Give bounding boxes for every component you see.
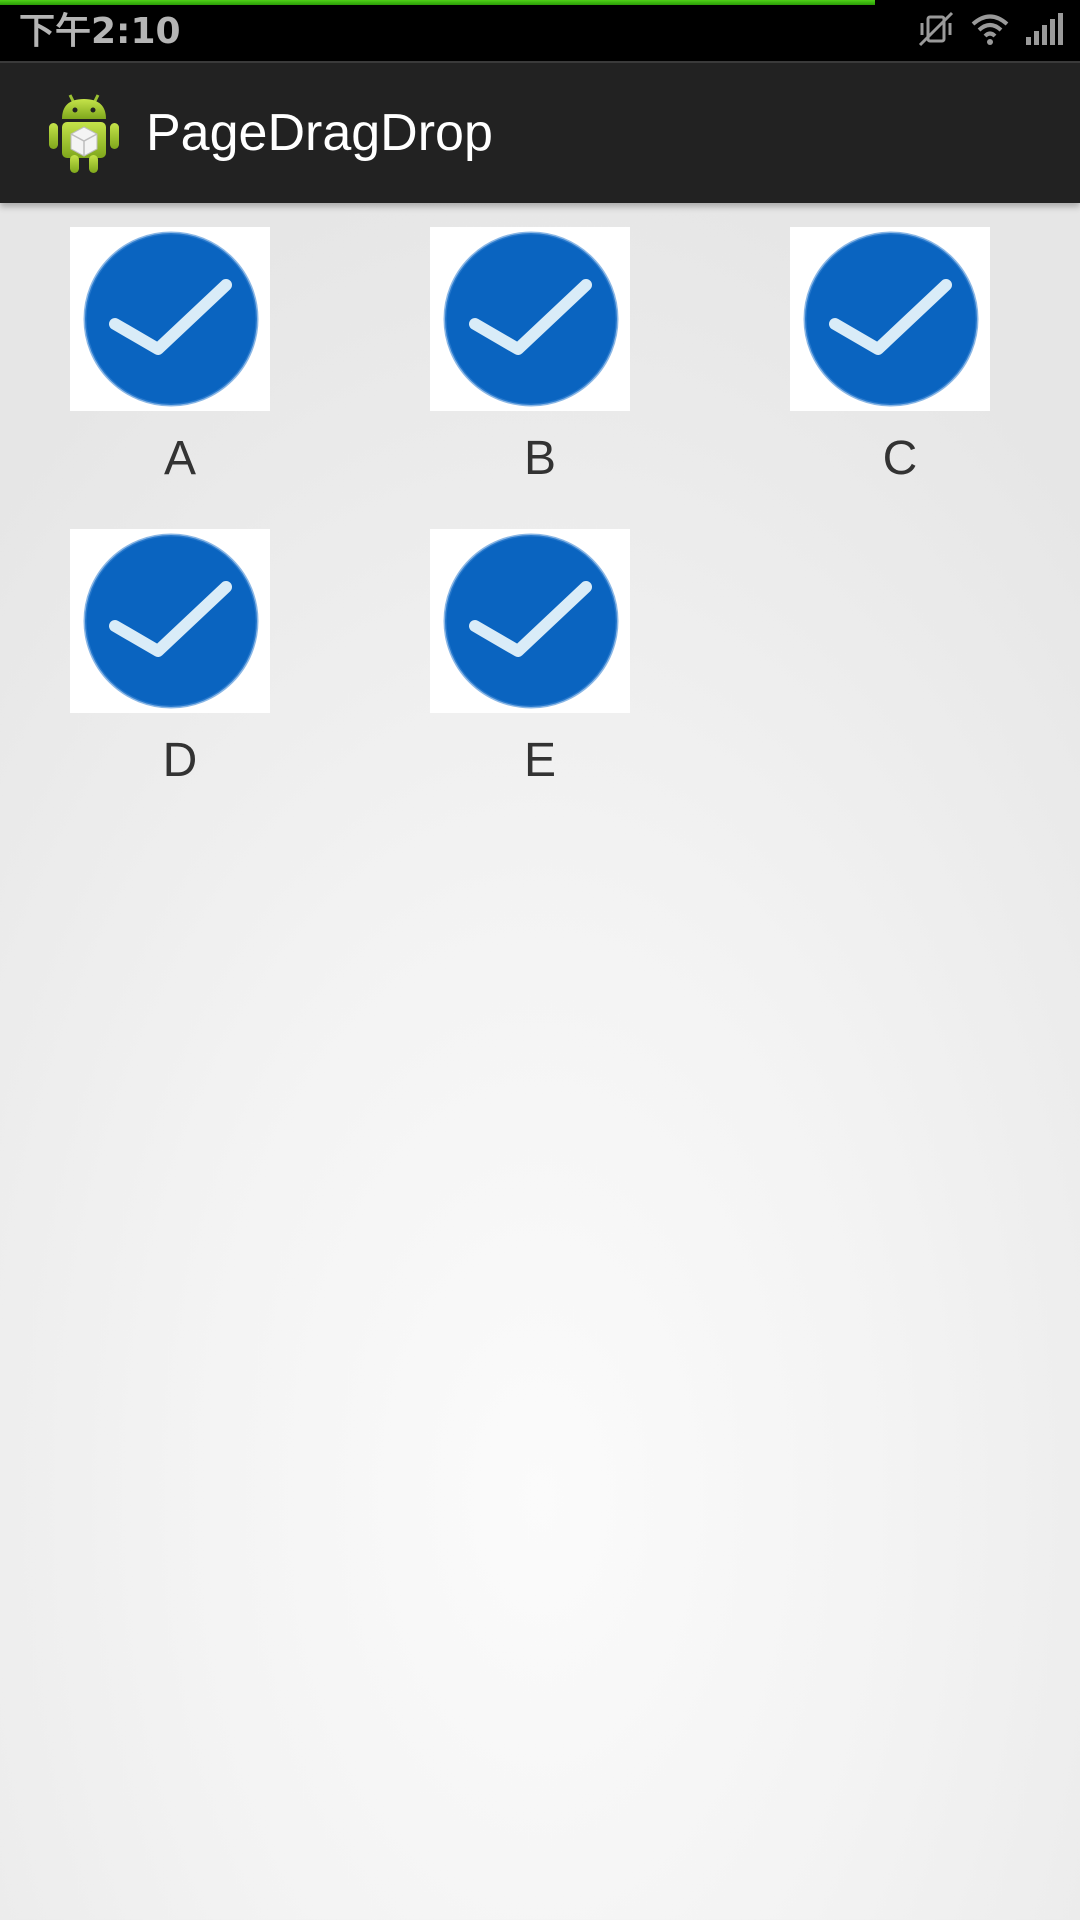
status-icons bbox=[916, 11, 1064, 51]
check-circle-icon[interactable] bbox=[430, 529, 630, 713]
check-circle-icon[interactable] bbox=[70, 529, 270, 713]
grid-item-label: C bbox=[882, 432, 918, 485]
wifi-icon bbox=[970, 9, 1010, 53]
grid-item-a[interactable]: A bbox=[70, 227, 370, 517]
status-bar: 下午2:10 bbox=[0, 0, 1080, 61]
check-circle-icon[interactable] bbox=[70, 227, 270, 411]
app-title: PageDragDrop bbox=[146, 104, 493, 162]
vibrate-muted-icon bbox=[916, 9, 956, 53]
status-time: 下午2:10 bbox=[19, 11, 181, 52]
grid-item-label: A bbox=[163, 432, 196, 485]
grid-item-d[interactable]: D bbox=[70, 529, 370, 819]
signal-icon bbox=[1024, 9, 1064, 53]
grid-item-label: D bbox=[162, 734, 198, 787]
grid-item-label: B bbox=[523, 432, 556, 485]
grid-item-b[interactable]: B bbox=[430, 227, 730, 517]
android-app-icon[interactable] bbox=[46, 89, 122, 175]
download-progress-bar bbox=[0, 0, 875, 5]
grid-item-c[interactable]: C bbox=[790, 227, 1080, 517]
grid-item-e[interactable]: E bbox=[430, 529, 730, 819]
check-circle-icon[interactable] bbox=[790, 227, 990, 411]
check-circle-icon[interactable] bbox=[430, 227, 630, 411]
grid-item-label: E bbox=[523, 734, 556, 787]
action-bar: PageDragDrop bbox=[0, 61, 1080, 203]
